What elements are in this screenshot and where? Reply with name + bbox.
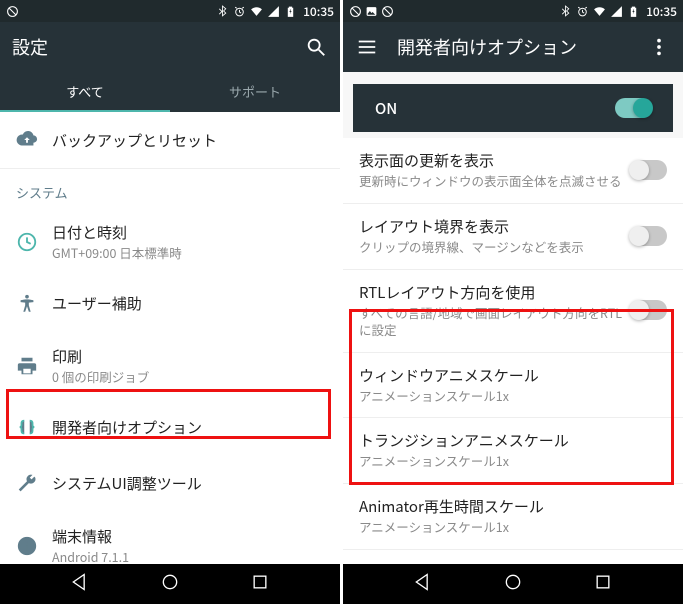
option-label: トランジションアニメスケール [359,430,667,451]
row-label: 開発者向けオプション [52,417,324,438]
home-button[interactable] [503,572,523,597]
wifi-icon [593,5,606,18]
option-show-layout-bounds[interactable]: レイアウト境界を表示 クリップの境界線、マージンなどを表示 [343,204,683,270]
back-button[interactable] [70,572,90,597]
do-not-disturb-icon [6,5,19,18]
nav-bar [343,564,683,604]
battery-icon [284,5,297,18]
tab-support[interactable]: サポート [170,72,340,112]
page-title: 設定 [12,34,296,60]
option-simulate-secondary-display[interactable]: 2次画面シミュレート なし [343,550,683,564]
app-bar: 設定 [0,22,340,72]
toggle-switch[interactable] [631,226,667,246]
option-label: ウィンドウアニメスケール [359,365,667,386]
alarm-icon [233,5,246,18]
option-window-animation-scale[interactable]: ウィンドウアニメスケール アニメーションスケール1x [343,353,683,419]
signal-icon [267,5,280,18]
overflow-icon[interactable] [647,35,671,59]
search-icon[interactable] [304,35,328,59]
toggle-switch[interactable] [631,160,667,180]
option-sub: アニメーションスケール1x [359,388,667,405]
battery-icon [627,5,640,18]
developer-options-pane: 10:35 開発者向けオプション ON 表示面の更新を表示 更新時にウィンドウの… [343,0,683,604]
accessibility-icon [16,293,52,315]
bluetooth-icon [216,5,229,18]
item-print[interactable]: 印刷 0 個の印刷ジョブ [0,332,340,400]
option-sub: 更新時にウィンドウの表示面全体を点滅させる [359,173,631,190]
item-about-device[interactable]: 端末情報 Android 7.1.1 [0,512,340,564]
row-sub: Android 7.1.1 [52,549,324,564]
print-icon [16,355,52,377]
row-sub: 0 個の印刷ジョブ [52,369,324,386]
item-backup-reset[interactable]: バックアップとリセット [0,112,340,168]
row-label: ユーザー補助 [52,293,324,314]
row-label: バックアップとリセット [52,130,324,151]
master-switch-label: ON [375,98,615,119]
option-animator-duration-scale[interactable]: Animator再生時間スケール アニメーションスケール1x [343,484,683,550]
option-label: RTLレイアウト方向を使用 [359,282,631,303]
alarm-icon [576,5,589,18]
settings-pane: 10:35 設定 すべて サポート バックアップとリセット システム 日付と時刻… [0,0,340,604]
developer-options-list[interactable]: ON 表示面の更新を表示 更新時にウィンドウの表示面全体を点滅させる レイアウト… [343,72,683,564]
master-switch[interactable] [615,98,651,118]
option-sub: クリップの境界線、マージンなどを表示 [359,239,631,256]
do-not-disturb-icon [381,5,394,18]
status-bar: 10:35 [343,0,683,22]
nav-bar [0,564,340,604]
row-label: 日付と時刻 [52,222,324,243]
recents-button[interactable] [250,572,270,597]
signal-icon [610,5,623,18]
row-sub: GMT+09:00 日本標準時 [52,245,324,262]
toggle-switch[interactable] [631,300,667,320]
option-label: Animator再生時間スケール [359,496,667,517]
option-sub: すべての言語/地域で画面レイアウト方向をRTLに設定 [359,305,631,339]
item-accessibility[interactable]: ユーザー補助 [0,276,340,332]
info-icon [16,535,52,557]
row-label: システムUI調整ツール [52,473,324,494]
image-icon [365,5,378,18]
app-bar: 開発者向けオプション [343,22,683,72]
clock-icon [16,231,52,253]
tab-all[interactable]: すべて [0,72,170,112]
option-label: レイアウト境界を表示 [359,216,631,237]
recents-button[interactable] [593,572,613,597]
braces-icon [16,417,52,439]
status-time: 10:35 [646,3,677,20]
option-sub: アニメーションスケール1x [359,453,667,470]
row-label: 端末情報 [52,526,324,547]
option-force-rtl[interactable]: RTLレイアウト方向を使用 すべての言語/地域で画面レイアウト方向をRTLに設定 [343,270,683,353]
master-switch-bar[interactable]: ON [353,84,673,132]
back-button[interactable] [413,572,433,597]
item-developer-options[interactable]: 開発者向けオプション [0,400,340,456]
home-button[interactable] [160,572,180,597]
bluetooth-icon [559,5,572,18]
settings-list[interactable]: バックアップとリセット システム 日付と時刻 GMT+09:00 日本標準時 ユ… [0,112,340,564]
item-datetime[interactable]: 日付と時刻 GMT+09:00 日本標準時 [0,208,340,276]
page-title: 開発者向けオプション [397,34,639,60]
option-show-surface-updates[interactable]: 表示面の更新を表示 更新時にウィンドウの表示面全体を点滅させる [343,138,683,204]
option-transition-animation-scale[interactable]: トランジションアニメスケール アニメーションスケール1x [343,418,683,484]
wrench-icon [16,473,52,495]
item-system-ui-tuner[interactable]: システムUI調整ツール [0,456,340,512]
wifi-icon [250,5,263,18]
section-header-system: システム [0,169,340,208]
cloud-upload-icon [16,129,52,151]
status-bar: 10:35 [0,0,340,22]
menu-icon[interactable] [355,35,379,59]
option-sub: アニメーションスケール1x [359,519,667,536]
row-label: 印刷 [52,346,324,367]
tabs: すべて サポート [0,72,340,112]
option-label: 2次画面シミュレート [359,562,667,564]
status-time: 10:35 [303,3,334,20]
do-not-disturb-icon [349,5,362,18]
option-label: 表示面の更新を表示 [359,150,631,171]
